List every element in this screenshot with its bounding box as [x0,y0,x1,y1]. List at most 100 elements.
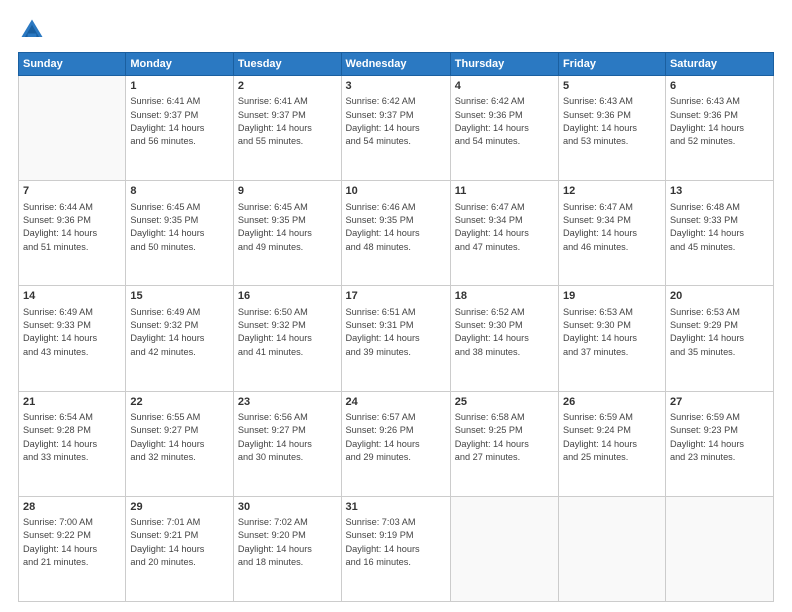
calendar-cell: 19 Sunrise: 6:53 AM Sunset: 9:30 PM Dayli… [558,286,665,391]
calendar-cell: 15 Sunrise: 6:49 AM Sunset: 9:32 PM Dayli… [126,286,234,391]
calendar-cell: 18 Sunrise: 6:52 AM Sunset: 9:30 PM Dayli… [450,286,558,391]
calendar-cell: 4Sunrise: 6:42 AM Sunset: 9:36 PM Daylig… [450,76,558,181]
calendar-cell: 21Sunrise: 6:54 AM Sunset: 9:28 PM Dayli… [19,391,126,496]
calendar-week-row: 28Sunrise: 7:00 AM Sunset: 9:22 PM Dayli… [19,496,774,601]
calendar-cell: 13 Sunrise: 6:48 AM Sunset: 9:33 PM Dayli… [665,181,773,286]
day-number: 8 [130,184,229,199]
calendar-cell: 26Sunrise: 6:59 AM Sunset: 9:24 PM Dayli… [558,391,665,496]
calendar-body: 1 Sunrise: 6:41 AM Sunset: 9:37 PM Daylig… [19,76,774,602]
calendar-header: SundayMondayTuesdayWednesdayThursdayFrid… [19,53,774,76]
day-info: Sunrise: 6:52 AM Sunset: 9:30 PM Dayligh… [455,306,554,359]
day-number: 6 [670,79,769,94]
day-info: Sunrise: 6:48 AM Sunset: 9:33 PM Dayligh… [670,201,769,254]
calendar-cell: 2Sunrise: 6:41 AM Sunset: 9:37 PM Daylig… [233,76,341,181]
calendar-cell [665,496,773,601]
weekday-header-sunday: Sunday [19,53,126,76]
day-info: Sunrise: 6:59 AM Sunset: 9:24 PM Dayligh… [563,411,661,464]
day-number: 12 [563,184,661,199]
calendar-cell: 17 Sunrise: 6:51 AM Sunset: 9:31 PM Dayli… [341,286,450,391]
calendar-cell: 6Sunrise: 6:43 AM Sunset: 9:36 PM Daylig… [665,76,773,181]
calendar-cell: 30Sunrise: 7:02 AM Sunset: 9:20 PM Dayli… [233,496,341,601]
weekday-header-thursday: Thursday [450,53,558,76]
day-info: Sunrise: 6:42 AM Sunset: 9:36 PM Dayligh… [455,95,554,148]
day-info: Sunrise: 6:47 AM Sunset: 9:34 PM Dayligh… [563,201,661,254]
calendar-cell: 25Sunrise: 6:58 AM Sunset: 9:25 PM Dayli… [450,391,558,496]
day-info: Sunrise: 6:45 AM Sunset: 9:35 PM Dayligh… [130,201,229,254]
day-info: Sunrise: 6:51 AM Sunset: 9:31 PM Dayligh… [346,306,446,359]
calendar-cell: 9Sunrise: 6:45 AM Sunset: 9:35 PM Daylig… [233,181,341,286]
day-number: 24 [346,395,446,410]
calendar-cell: 8 Sunrise: 6:45 AM Sunset: 9:35 PM Daylig… [126,181,234,286]
day-number: 21 [23,395,121,410]
calendar-cell: 31Sunrise: 7:03 AM Sunset: 9:19 PM Dayli… [341,496,450,601]
calendar-cell: 23Sunrise: 6:56 AM Sunset: 9:27 PM Dayli… [233,391,341,496]
calendar-cell: 27Sunrise: 6:59 AM Sunset: 9:23 PM Dayli… [665,391,773,496]
day-number: 16 [238,289,337,304]
day-info: Sunrise: 6:55 AM Sunset: 9:27 PM Dayligh… [130,411,229,464]
day-number: 5 [563,79,661,94]
calendar-cell: 20 Sunrise: 6:53 AM Sunset: 9:29 PM Dayli… [665,286,773,391]
logo-icon [18,16,46,44]
day-number: 13 [670,184,769,199]
day-number: 1 [130,79,229,94]
day-number: 31 [346,500,446,515]
calendar-cell: 11 Sunrise: 6:47 AM Sunset: 9:34 PM Dayli… [450,181,558,286]
day-info: Sunrise: 6:49 AM Sunset: 9:32 PM Dayligh… [130,306,229,359]
page: SundayMondayTuesdayWednesdayThursdayFrid… [0,0,792,612]
calendar-cell: 24Sunrise: 6:57 AM Sunset: 9:26 PM Dayli… [341,391,450,496]
day-number: 3 [346,79,446,94]
calendar-cell: 12 Sunrise: 6:47 AM Sunset: 9:34 PM Dayli… [558,181,665,286]
calendar-week-row: 7 Sunrise: 6:44 AM Sunset: 9:36 PM Daylig… [19,181,774,286]
day-info: Sunrise: 6:58 AM Sunset: 9:25 PM Dayligh… [455,411,554,464]
day-number: 17 [346,289,446,304]
calendar-cell: 16 Sunrise: 6:50 AM Sunset: 9:32 PM Dayli… [233,286,341,391]
day-number: 19 [563,289,661,304]
day-number: 14 [23,289,121,304]
day-info: Sunrise: 6:42 AM Sunset: 9:37 PM Dayligh… [346,95,446,148]
day-number: 23 [238,395,337,410]
day-number: 10 [346,184,446,199]
day-info: Sunrise: 6:43 AM Sunset: 9:36 PM Dayligh… [563,95,661,148]
calendar-cell: 10 Sunrise: 6:46 AM Sunset: 9:35 PM Dayli… [341,181,450,286]
day-number: 29 [130,500,229,515]
day-info: Sunrise: 7:00 AM Sunset: 9:22 PM Dayligh… [23,516,121,569]
weekday-header-tuesday: Tuesday [233,53,341,76]
day-info: Sunrise: 6:57 AM Sunset: 9:26 PM Dayligh… [346,411,446,464]
day-number: 4 [455,79,554,94]
day-info: Sunrise: 7:03 AM Sunset: 9:19 PM Dayligh… [346,516,446,569]
day-number: 11 [455,184,554,199]
day-info: Sunrise: 6:53 AM Sunset: 9:30 PM Dayligh… [563,306,661,359]
day-info: Sunrise: 6:53 AM Sunset: 9:29 PM Dayligh… [670,306,769,359]
calendar-cell: 7 Sunrise: 6:44 AM Sunset: 9:36 PM Daylig… [19,181,126,286]
day-number: 28 [23,500,121,515]
day-number: 15 [130,289,229,304]
day-number: 7 [23,184,121,199]
day-info: Sunrise: 6:44 AM Sunset: 9:36 PM Dayligh… [23,201,121,254]
logo [18,16,50,44]
day-info: Sunrise: 7:01 AM Sunset: 9:21 PM Dayligh… [130,516,229,569]
day-info: Sunrise: 6:43 AM Sunset: 9:36 PM Dayligh… [670,95,769,148]
header [18,16,774,44]
calendar-cell [558,496,665,601]
calendar-cell [450,496,558,601]
day-number: 18 [455,289,554,304]
weekday-header-row: SundayMondayTuesdayWednesdayThursdayFrid… [19,53,774,76]
day-info: Sunrise: 6:47 AM Sunset: 9:34 PM Dayligh… [455,201,554,254]
day-number: 2 [238,79,337,94]
calendar-week-row: 21Sunrise: 6:54 AM Sunset: 9:28 PM Dayli… [19,391,774,496]
calendar-cell [19,76,126,181]
day-info: Sunrise: 6:50 AM Sunset: 9:32 PM Dayligh… [238,306,337,359]
day-number: 30 [238,500,337,515]
weekday-header-monday: Monday [126,53,234,76]
calendar-cell: 22Sunrise: 6:55 AM Sunset: 9:27 PM Dayli… [126,391,234,496]
calendar-cell: 29Sunrise: 7:01 AM Sunset: 9:21 PM Dayli… [126,496,234,601]
day-info: Sunrise: 6:46 AM Sunset: 9:35 PM Dayligh… [346,201,446,254]
weekday-header-friday: Friday [558,53,665,76]
weekday-header-saturday: Saturday [665,53,773,76]
day-number: 27 [670,395,769,410]
weekday-header-wednesday: Wednesday [341,53,450,76]
day-number: 20 [670,289,769,304]
day-info: Sunrise: 6:41 AM Sunset: 9:37 PM Dayligh… [238,95,337,148]
day-number: 25 [455,395,554,410]
day-info: Sunrise: 6:59 AM Sunset: 9:23 PM Dayligh… [670,411,769,464]
